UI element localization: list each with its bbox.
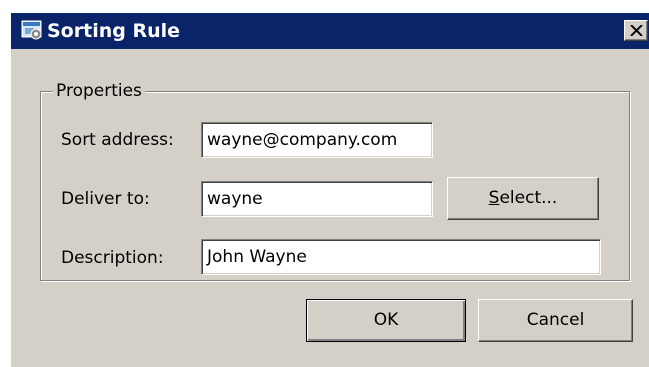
select-button[interactable]: Select...	[447, 177, 599, 220]
app-icon	[21, 19, 43, 41]
cancel-button[interactable]: Cancel	[478, 299, 633, 342]
deliver-to-label: Deliver to:	[61, 189, 150, 209]
window-title: Sorting Rule	[47, 20, 180, 42]
deliver-to-field[interactable]: wayne	[201, 181, 433, 217]
ok-button[interactable]: OK	[306, 299, 466, 342]
properties-group-label: Properties	[53, 79, 145, 103]
properties-group: Properties Sort address: wayne@company.c…	[40, 79, 630, 281]
description-label: Description:	[61, 248, 164, 268]
title-bar[interactable]: Sorting Rule	[11, 13, 649, 49]
close-button[interactable]	[624, 20, 648, 41]
description-field[interactable]: John Wayne	[201, 239, 601, 275]
select-button-label: elect...	[499, 188, 558, 208]
select-button-mnemonic: S	[488, 188, 500, 208]
sort-address-field[interactable]: wayne@company.com	[201, 122, 433, 158]
sort-address-label: Sort address:	[61, 130, 174, 150]
sorting-rule-dialog: Sorting Rule Properties Sort address: wa…	[10, 12, 649, 367]
close-icon	[630, 25, 643, 36]
